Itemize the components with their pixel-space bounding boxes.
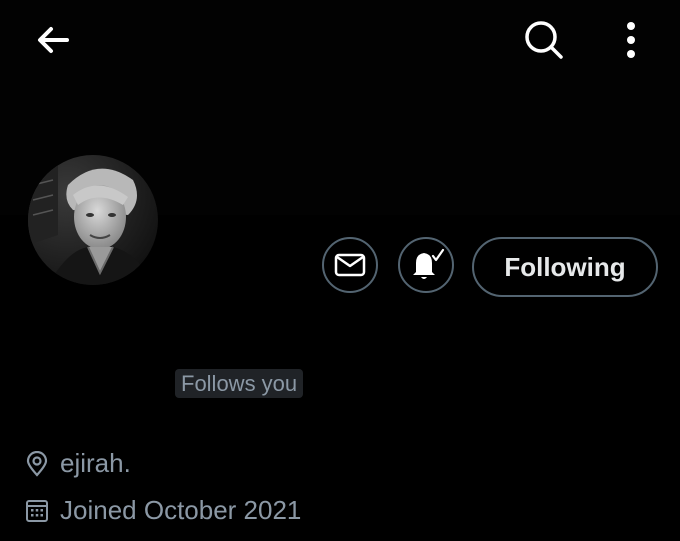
calendar-icon <box>24 498 50 524</box>
location-row: ejirah. <box>24 448 131 479</box>
envelope-icon <box>334 253 366 277</box>
joined-row: Joined October 2021 <box>24 495 301 526</box>
back-button[interactable] <box>28 18 78 62</box>
follows-you-label: Follows you <box>181 370 298 396</box>
notifications-button[interactable] <box>398 237 454 293</box>
bell-check-icon <box>413 248 445 279</box>
following-button[interactable]: Following <box>472 237 658 297</box>
joined-text: Joined October 2021 <box>60 495 302 525</box>
search-icon <box>525 21 563 59</box>
search-button[interactable] <box>519 16 569 64</box>
location-text: ejirah. <box>60 448 131 478</box>
more-options-button[interactable] <box>612 16 650 64</box>
more-vertical-icon <box>627 22 635 58</box>
profile-photo <box>28 155 158 285</box>
follows-you-badge: Follows you <box>175 369 304 398</box>
location-pin-icon <box>24 450 50 477</box>
avatar[interactable] <box>28 155 158 285</box>
arrow-left-icon <box>38 27 69 53</box>
message-button[interactable] <box>322 237 378 293</box>
